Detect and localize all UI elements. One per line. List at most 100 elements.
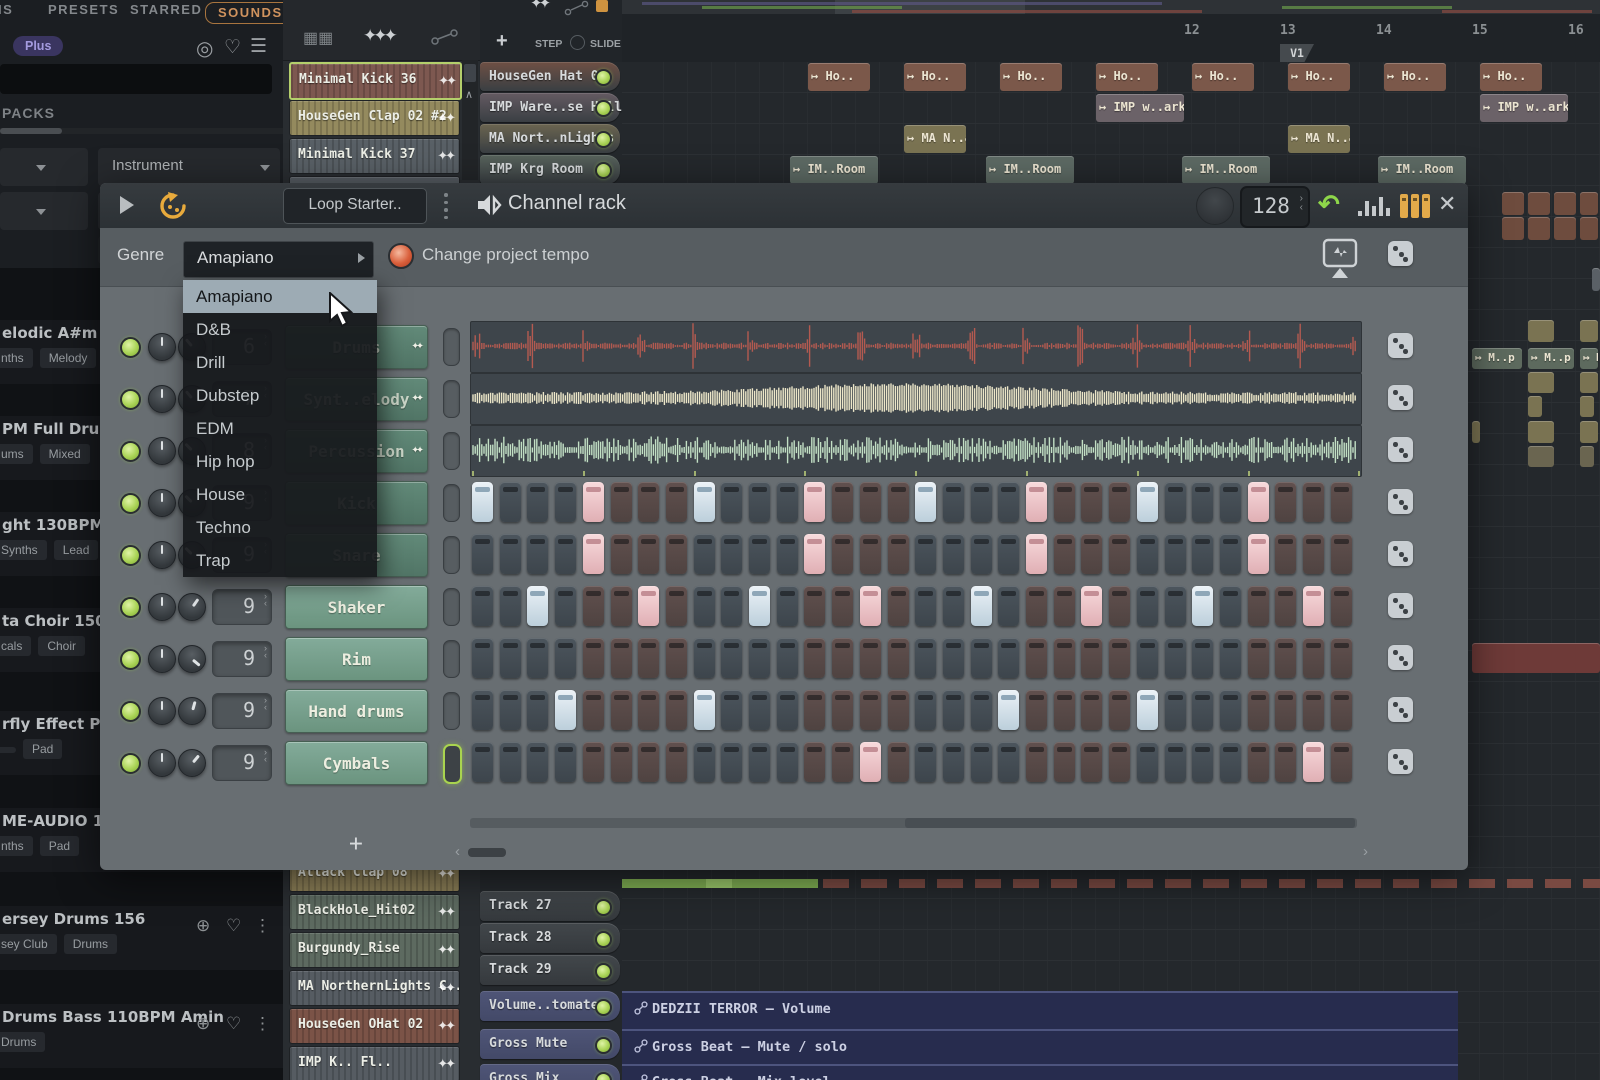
step-cell[interactable]	[1220, 742, 1241, 782]
audio-clip[interactable]: ↦ IM..Room	[790, 156, 878, 184]
more-dots-icon[interactable]: ⋮	[254, 916, 271, 936]
track-led[interactable]	[595, 899, 612, 916]
filter-dropdown-small-2[interactable]	[0, 192, 88, 230]
channel-enable-led[interactable]	[120, 545, 141, 566]
step-cell[interactable]	[860, 482, 881, 522]
menu-icon[interactable]: ☰	[250, 35, 267, 58]
tag-chip[interactable]: Lead	[54, 540, 99, 560]
step-cell[interactable]	[1331, 742, 1352, 782]
row-dice-icon[interactable]	[1388, 749, 1413, 774]
tag-chip[interactable]	[0, 747, 16, 753]
step-cell[interactable]	[1081, 482, 1102, 522]
step-cell[interactable]	[915, 534, 936, 574]
step-cell[interactable]	[638, 534, 659, 574]
audio-clip[interactable]: ↦ Ho..	[1192, 63, 1254, 91]
pan-knob[interactable]	[148, 749, 176, 777]
instrument-dropdown[interactable]: Instrument	[98, 148, 280, 186]
audio-clip[interactable]	[1528, 217, 1550, 240]
audio-clip[interactable]	[1580, 192, 1598, 215]
step-cell[interactable]	[1054, 638, 1075, 678]
step-cell[interactable]	[1137, 482, 1158, 522]
step-cell[interactable]	[583, 482, 604, 522]
swap-sample-icon[interactable]	[1322, 238, 1358, 282]
step-cell[interactable]	[1220, 690, 1241, 730]
volume-knob[interactable]	[178, 593, 206, 621]
heart-icon[interactable]: ♡	[224, 36, 241, 59]
step-cell[interactable]	[1220, 638, 1241, 678]
step-cell[interactable]	[1220, 482, 1241, 522]
tag-chip[interactable]: Drums	[64, 934, 117, 954]
channel-enable-led[interactable]	[120, 649, 141, 670]
step-cell[interactable]	[998, 742, 1019, 782]
tempo-display[interactable]: 128 ›‹	[1240, 186, 1310, 228]
tag-chip[interactable]: sey Club	[0, 934, 57, 954]
number-spinners[interactable]: ›‹	[264, 645, 267, 659]
step-cell[interactable]	[555, 534, 576, 574]
step-toggle[interactable]	[570, 35, 585, 50]
step-cell[interactable]	[583, 742, 604, 782]
channel-select-indicator[interactable]	[443, 744, 462, 784]
row-dice-icon[interactable]	[1388, 541, 1413, 566]
step-cell[interactable]	[749, 534, 770, 574]
step-cell[interactable]	[555, 742, 576, 782]
channel-select-indicator[interactable]	[443, 640, 460, 678]
sample-slot[interactable]: MA NorthernLights C..✦✦	[289, 970, 460, 1006]
track-led[interactable]	[595, 1072, 612, 1080]
audio-clip[interactable]	[1528, 192, 1550, 215]
automation-clip[interactable]: Gross Beat – Mix level	[622, 1064, 1458, 1080]
audio-clip[interactable]: ↦ IM..Room	[986, 156, 1074, 184]
close-icon[interactable]: ✕	[1438, 191, 1456, 217]
step-cell[interactable]	[638, 638, 659, 678]
row-dice-icon[interactable]	[1388, 437, 1413, 462]
track-header[interactable]: IMP Krg Room	[480, 155, 620, 184]
audio-clip[interactable]	[1580, 320, 1598, 342]
step-cell[interactable]	[527, 586, 548, 626]
step-cell[interactable]	[915, 586, 936, 626]
channel-enable-led[interactable]	[120, 337, 141, 358]
step-cell[interactable]	[1192, 482, 1213, 522]
footer-scroll-handle[interactable]	[468, 848, 506, 857]
automation-clip[interactable]: Gross Beat – Mute / solo	[622, 1029, 1458, 1064]
step-cell[interactable]	[500, 534, 521, 574]
channel-button[interactable]: Shaker	[285, 585, 428, 629]
step-cell[interactable]	[943, 742, 964, 782]
step-cell[interactable]	[555, 638, 576, 678]
channel-select-indicator[interactable]	[443, 380, 460, 418]
step-cell[interactable]	[1275, 742, 1296, 782]
audio-clip[interactable]: ↦ Ho..	[1480, 63, 1542, 91]
step-cell[interactable]	[1026, 482, 1047, 522]
step-cell[interactable]	[1275, 586, 1296, 626]
step-cell[interactable]	[1137, 690, 1158, 730]
step-cell[interactable]	[888, 742, 909, 782]
playlist-timeline[interactable]: 121314151617181920V1	[622, 14, 1600, 62]
step-cell[interactable]	[694, 742, 715, 782]
step-cell[interactable]	[1248, 638, 1269, 678]
step-cell[interactable]	[1275, 482, 1296, 522]
track-header[interactable]: Gross Mix	[480, 1064, 620, 1080]
step-cell[interactable]	[777, 534, 798, 574]
step-cell[interactable]	[1081, 690, 1102, 730]
tag-chip[interactable]: Drums	[0, 1032, 45, 1052]
step-cell[interactable]	[472, 586, 493, 626]
step-cell[interactable]	[860, 534, 881, 574]
pan-knob[interactable]	[148, 333, 176, 361]
channel-enable-led[interactable]	[120, 597, 141, 618]
menu-item-edm[interactable]: EDM	[183, 412, 377, 445]
step-cell[interactable]	[998, 586, 1019, 626]
tag-chip[interactable]: ums	[0, 444, 33, 464]
tempo-toggle-led[interactable]	[388, 243, 414, 269]
step-cell[interactable]	[500, 482, 521, 522]
step-cell[interactable]	[971, 638, 992, 678]
channel-enable-led[interactable]	[120, 753, 141, 774]
audio-clip[interactable]: ↦ Ho..	[1384, 63, 1446, 91]
step-cell[interactable]	[915, 482, 936, 522]
play-icon[interactable]	[120, 196, 134, 214]
step-cell[interactable]	[611, 638, 632, 678]
tag-chip[interactable]: Mixed	[40, 444, 90, 464]
audio-clip[interactable]	[1502, 192, 1524, 215]
volume-knob[interactable]	[178, 645, 206, 673]
scroll-left-icon[interactable]: ‹	[455, 843, 460, 860]
step-cell[interactable]	[832, 690, 853, 730]
step-cell[interactable]	[1303, 586, 1324, 626]
step-cell[interactable]	[971, 690, 992, 730]
